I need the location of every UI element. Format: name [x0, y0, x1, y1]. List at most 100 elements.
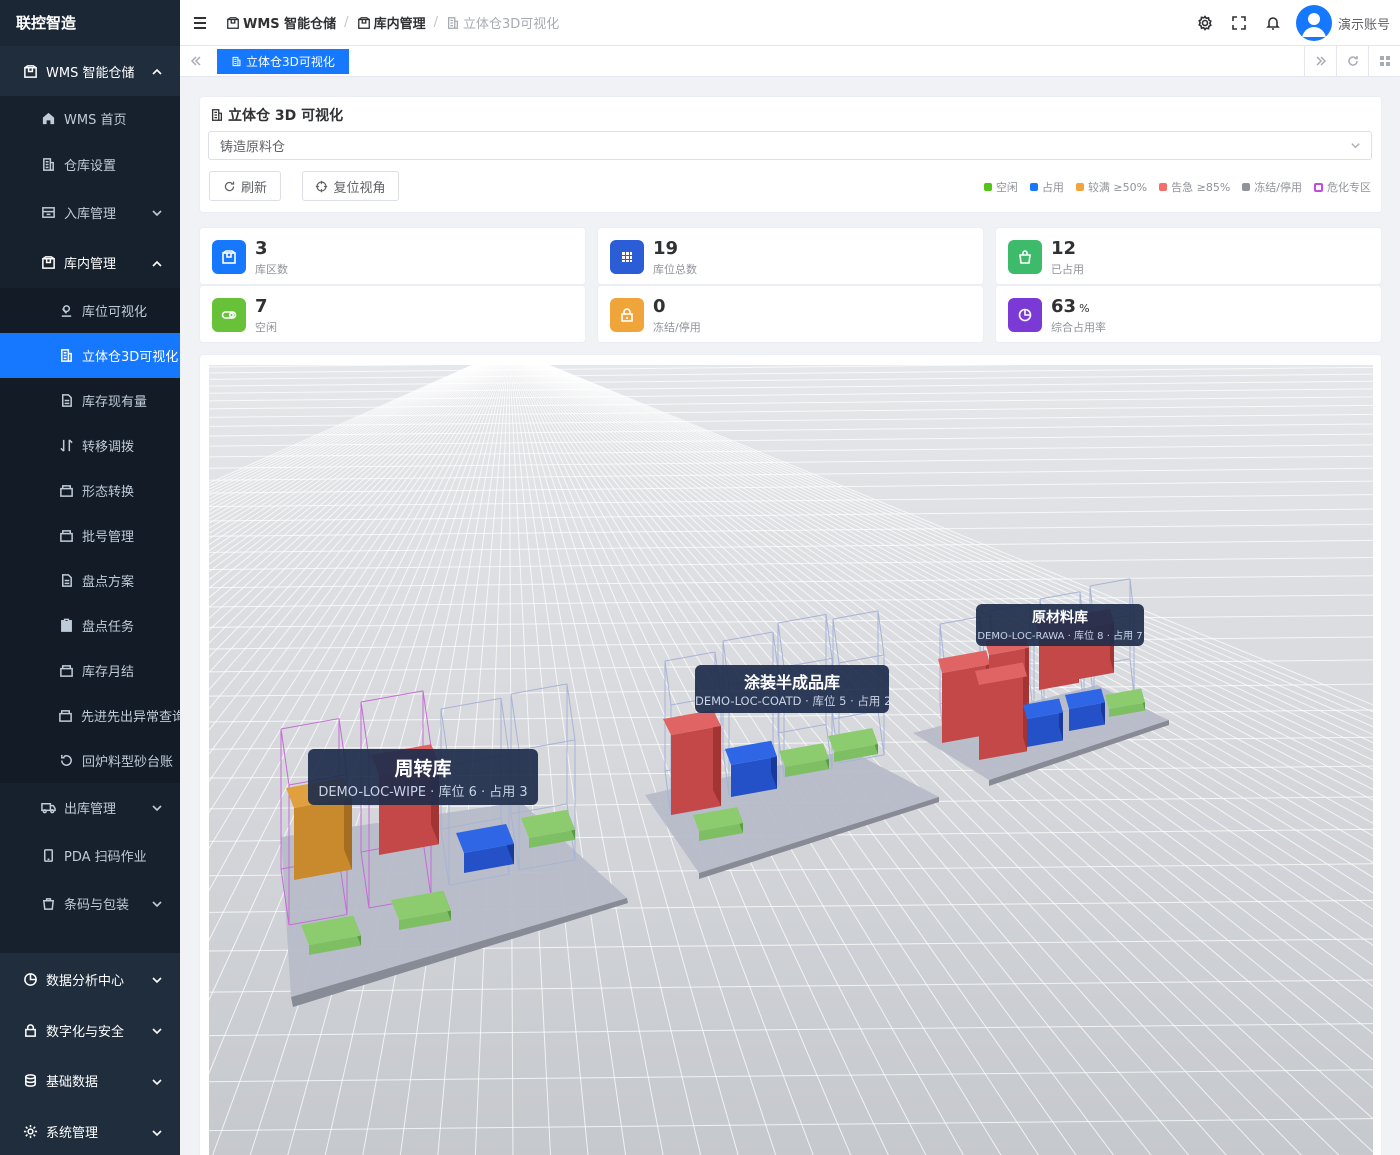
user-icon — [1301, 13, 1326, 37]
user-name[interactable]: 演示账号 — [1338, 14, 1390, 33]
sidebar-item-monthly-close[interactable]: 库存月结 — [0, 648, 180, 693]
zone-name: 周转库 — [394, 758, 452, 780]
warehouse-select-value: 铸造原料仓 — [220, 140, 286, 155]
sidebar-item-count-plan[interactable]: 盘点方案 — [0, 558, 180, 603]
stat-location-total: 19 库位总数 — [597, 227, 984, 285]
reset-view-button-label: 复位视角 — [333, 180, 386, 196]
sidebar-item-barcode[interactable]: 条码与包装 — [0, 879, 180, 927]
zone-name: 涂装半成品库 — [743, 673, 840, 692]
sidebar-item-label: 条码与包装 — [64, 897, 130, 913]
sidebar-item-inbound[interactable]: 入库管理 — [0, 187, 180, 237]
scene-panel: 周转库 DEMO-LOC-WIPE · 库位 6 · 占用 3 涂装半成品库 D… — [199, 354, 1382, 1155]
stat-value-number: 63 — [1051, 296, 1077, 317]
3d-viewport[interactable]: 周转库 DEMO-LOC-WIPE · 库位 6 · 占用 3 涂装半成品库 D… — [200, 355, 1381, 1155]
sidebar-item-label: 库存现有量 — [82, 395, 148, 410]
clipboard-icon — [58, 618, 74, 634]
legend-label: 空闲 — [995, 181, 1018, 194]
sidebar-item-fifo-exception[interactable]: 先进先出异常查询 — [0, 693, 180, 738]
zone-label-wipe[interactable]: 周转库 DEMO-LOC-WIPE · 库位 6 · 占用 3 — [308, 749, 538, 805]
building-icon — [447, 16, 458, 29]
bag-icon — [40, 895, 56, 911]
tab-3d-visual[interactable]: 立体仓3D可视化 — [217, 49, 349, 74]
menu-group-system[interactable]: 系统管理 — [0, 1106, 180, 1155]
sidebar-item-in-warehouse[interactable]: 库内管理 — [0, 237, 180, 288]
home-icon — [40, 111, 56, 127]
refresh-button[interactable]: 刷新 — [209, 171, 281, 201]
zone-summary: DEMO-LOC-COATD · 库位 5 · 占用 2 — [695, 694, 889, 708]
header-actions: 演示账号 — [1188, 0, 1390, 46]
location-critical[interactable] — [975, 662, 1027, 760]
sidebar-item-wms-home[interactable]: WMS 首页 — [0, 96, 180, 141]
tray-icon — [58, 528, 74, 544]
bag-icon — [1008, 240, 1042, 274]
breadcrumb-separator: / — [344, 15, 349, 30]
menu-group-wms[interactable]: WMS 智能仓储 — [0, 46, 180, 96]
location-occupied[interactable] — [1023, 698, 1063, 747]
reload-icon[interactable] — [1336, 46, 1368, 76]
sidebar-item-batch[interactable]: 批号管理 — [0, 513, 180, 558]
location-occupied[interactable] — [1065, 688, 1105, 731]
stat-value: 63% — [1051, 296, 1090, 317]
menu-toggle-icon[interactable] — [190, 13, 210, 33]
legend-swatch — [1075, 183, 1084, 191]
sidebar-item-label: WMS 首页 — [64, 113, 127, 128]
stat-value: 19 — [653, 238, 679, 259]
sidebar-item-label: 库内管理 — [64, 257, 117, 272]
location-occupied[interactable] — [725, 740, 777, 797]
sidebar-item-warehouse-settings[interactable]: 仓库设置 — [0, 141, 180, 187]
reset-view-button[interactable]: 复位视角 — [302, 171, 399, 201]
zone-summary: DEMO-LOC-WIPE · 库位 6 · 占用 3 — [318, 785, 528, 800]
package-icon — [227, 16, 239, 29]
breadcrumb-item[interactable]: 库内管理 — [357, 13, 426, 32]
stat-occupied: 12 已占用 — [995, 227, 1382, 285]
chevron-down-icon — [152, 207, 162, 217]
menu-group-label: 数字化与安全 — [46, 1024, 125, 1040]
menu-group-label: 基础数据 — [46, 1075, 99, 1090]
tabs-bar: 立体仓3D可视化 — [180, 46, 1400, 77]
zone-label-coatd[interactable]: 涂装半成品库 DEMO-LOC-COATD · 库位 5 · 占用 2 — [695, 665, 889, 713]
chevron-down-icon — [152, 1127, 162, 1137]
sidebar-item-label: PDA 扫码作业 — [64, 849, 147, 865]
legend-swatch — [1029, 183, 1038, 191]
sidebar-item-stock-onhand[interactable]: 库存现有量 — [0, 378, 180, 423]
tab-label: 立体仓3D可视化 — [246, 55, 335, 69]
sidebar-item-location-visual[interactable]: 库位可视化 — [0, 288, 180, 333]
sidebar-item-pda[interactable]: PDA 扫码作业 — [0, 831, 180, 879]
crosshair-icon — [316, 180, 328, 192]
sidebar-item-remelt-ledger[interactable]: 回炉料型砂台账 — [0, 738, 180, 783]
rack-front-face — [979, 676, 1027, 760]
sidebar: 联控智造 WMS 智能仓储 WMS 首页 仓库设置 入库管理 库内管理 库位可视… — [0, 0, 180, 1155]
lock-icon — [22, 1022, 38, 1038]
tab-scroll-left-icon[interactable] — [180, 46, 212, 76]
menu-group-security[interactable]: 数字化与安全 — [0, 1005, 180, 1055]
menu-group-base-data[interactable]: 基础数据 — [0, 1055, 180, 1106]
warehouse-select[interactable]: 铸造原料仓 — [208, 131, 1372, 160]
stat-label: 已占用 — [1051, 263, 1084, 276]
chevron-up-icon — [152, 66, 162, 76]
bell-icon[interactable] — [1256, 15, 1290, 31]
menu-group-analytics[interactable]: 数据分析中心 — [0, 953, 180, 1005]
avatar[interactable] — [1295, 5, 1332, 41]
zone-label-rawa[interactable]: 原材料库 DEMO-LOC-RAWA · 库位 8 · 占用 7 — [976, 604, 1144, 646]
stat-value: 0 — [653, 296, 666, 317]
sidebar-item-count-task[interactable]: 盘点任务 — [0, 603, 180, 648]
brand-logo-text: 联控智造 — [0, 0, 180, 46]
in-warehouse-submenu: 库位可视化 立体仓3D可视化 库存现有量 转移调拨 形态转换 批号管理 盘点方案… — [0, 288, 180, 783]
legend-label: 危化专区 — [1327, 181, 1371, 194]
grid-menu-icon[interactable] — [1368, 46, 1400, 76]
sidebar-item-form-convert[interactable]: 形态转换 — [0, 468, 180, 513]
breadcrumb-current: 立体仓3D可视化 — [446, 13, 559, 32]
tab-tools — [1304, 46, 1400, 76]
sidebar-item-outbound[interactable]: 出库管理 — [0, 783, 180, 831]
grid-icon — [610, 240, 644, 274]
breadcrumb-item[interactable]: WMS 智能仓储 — [226, 13, 336, 32]
legend-swatch — [1314, 182, 1323, 192]
sidebar-item-3d-visual[interactable]: 立体仓3D可视化 — [0, 333, 180, 378]
sidebar-item-label: 盘点任务 — [82, 620, 135, 635]
tab-scroll-right-icon[interactable] — [1304, 46, 1336, 76]
fullscreen-icon[interactable] — [1222, 15, 1256, 31]
sidebar-item-transfer[interactable]: 转移调拨 — [0, 423, 180, 468]
location-critical[interactable] — [663, 710, 721, 815]
settings-gear-icon[interactable] — [1188, 15, 1222, 31]
legend-label: 占用 — [1041, 181, 1064, 194]
